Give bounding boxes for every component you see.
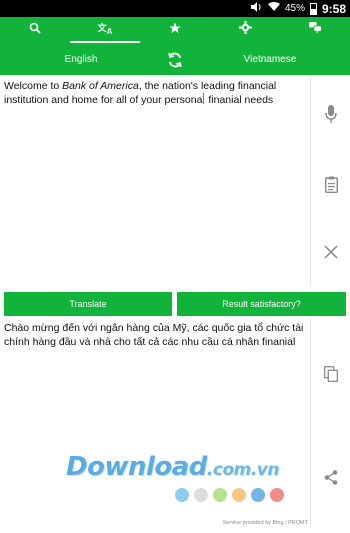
microphone-icon[interactable] xyxy=(320,103,342,125)
tab-settings[interactable] xyxy=(220,17,270,43)
input-text-part: Welcome to xyxy=(4,80,63,92)
star-icon xyxy=(169,21,181,39)
watermark-dot xyxy=(194,488,208,502)
tab-search[interactable] xyxy=(10,17,60,43)
source-text-input[interactable]: Welcome to Bank of America, the nation's… xyxy=(4,80,304,107)
toolbar: 文A English Vietnamese xyxy=(0,17,350,75)
result-satisfactory-button[interactable]: Result satisfactory? xyxy=(177,292,346,316)
input-text-italic: Bank of America xyxy=(62,80,139,92)
search-icon xyxy=(29,21,41,39)
copy-icon[interactable] xyxy=(320,363,342,385)
battery-icon xyxy=(309,2,317,15)
watermark-dot xyxy=(232,488,246,502)
gear-icon xyxy=(238,21,252,39)
watermark-suffix: .com.vn xyxy=(206,460,280,480)
service-credit: Service provided by Bing / PROMT xyxy=(222,520,308,526)
clipboard-paste-icon[interactable] xyxy=(320,173,342,195)
clock: 9:58 xyxy=(321,1,346,16)
tab-translate[interactable]: 文A xyxy=(80,17,130,43)
volume-icon xyxy=(250,2,263,15)
status-bar: 45% 9:58 xyxy=(0,0,350,17)
translate-glyph-top: 文 xyxy=(97,23,107,33)
watermark-dot xyxy=(251,488,265,502)
wifi-icon xyxy=(267,2,280,15)
language-row: English Vietnamese xyxy=(0,47,350,73)
watermark-dot xyxy=(270,488,284,502)
active-tab-indicator xyxy=(70,41,140,43)
battery-percent: 45% xyxy=(284,3,305,14)
watermark-dots xyxy=(175,488,284,502)
translate-button[interactable]: Translate xyxy=(4,292,172,316)
input-text-part: finanial needs xyxy=(205,94,274,106)
side-divider xyxy=(310,77,311,285)
share-icon[interactable] xyxy=(320,466,342,488)
chat-icon xyxy=(308,21,322,39)
clear-icon[interactable] xyxy=(320,241,342,263)
side-divider xyxy=(310,318,311,528)
translate-icon: 文A xyxy=(97,23,113,37)
target-language-selector[interactable]: Vietnamese xyxy=(230,54,310,65)
tab-bar: 文A xyxy=(0,17,350,43)
swap-languages-icon[interactable] xyxy=(165,50,185,70)
tab-favorites[interactable] xyxy=(150,17,200,43)
watermark-dot xyxy=(175,488,189,502)
status-indicators: 45% 9:58 xyxy=(250,1,346,16)
translation-output: Chào mừng đến với ngân hàng của Mỹ, các … xyxy=(4,322,304,348)
source-language-selector[interactable]: English xyxy=(42,54,120,65)
download-watermark-logo: Download.com.vn xyxy=(66,452,279,482)
translate-glyph-bottom: A xyxy=(106,27,113,36)
watermark-main: Download xyxy=(66,452,207,482)
watermark-dot xyxy=(213,488,227,502)
tab-conversation[interactable] xyxy=(290,17,340,43)
